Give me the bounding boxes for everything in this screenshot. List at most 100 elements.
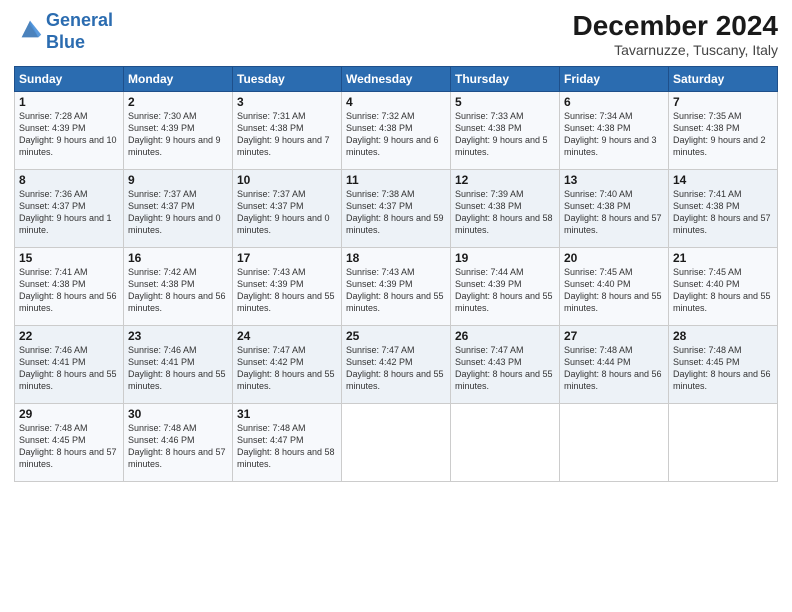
header: General Blue December 2024 Tavarnuzze, T… <box>14 10 778 58</box>
calendar-cell: 19Sunrise: 7:44 AMSunset: 4:39 PMDayligh… <box>451 248 560 326</box>
col-sunday: Sunday <box>15 67 124 92</box>
calendar-cell: 4Sunrise: 7:32 AMSunset: 4:38 PMDaylight… <box>342 92 451 170</box>
cell-info: Sunrise: 7:38 AMSunset: 4:37 PMDaylight:… <box>346 188 446 237</box>
calendar-cell: 6Sunrise: 7:34 AMSunset: 4:38 PMDaylight… <box>560 92 669 170</box>
cell-info: Sunrise: 7:35 AMSunset: 4:38 PMDaylight:… <box>673 110 773 159</box>
calendar-cell: 25Sunrise: 7:47 AMSunset: 4:42 PMDayligh… <box>342 326 451 404</box>
col-thursday: Thursday <box>451 67 560 92</box>
cell-info: Sunrise: 7:47 AMSunset: 4:42 PMDaylight:… <box>237 344 337 393</box>
logo: General Blue <box>14 10 113 53</box>
cell-info: Sunrise: 7:37 AMSunset: 4:37 PMDaylight:… <box>128 188 228 237</box>
day-number: 31 <box>237 407 337 421</box>
day-number: 23 <box>128 329 228 343</box>
calendar-cell: 21Sunrise: 7:45 AMSunset: 4:40 PMDayligh… <box>669 248 778 326</box>
calendar-cell <box>669 404 778 482</box>
calendar-cell: 24Sunrise: 7:47 AMSunset: 4:42 PMDayligh… <box>233 326 342 404</box>
page-container: General Blue December 2024 Tavarnuzze, T… <box>0 0 792 612</box>
calendar-cell: 11Sunrise: 7:38 AMSunset: 4:37 PMDayligh… <box>342 170 451 248</box>
calendar-cell: 22Sunrise: 7:46 AMSunset: 4:41 PMDayligh… <box>15 326 124 404</box>
calendar-cell: 16Sunrise: 7:42 AMSunset: 4:38 PMDayligh… <box>124 248 233 326</box>
col-tuesday: Tuesday <box>233 67 342 92</box>
col-friday: Friday <box>560 67 669 92</box>
day-number: 25 <box>346 329 446 343</box>
cell-info: Sunrise: 7:44 AMSunset: 4:39 PMDaylight:… <box>455 266 555 315</box>
title-block: December 2024 Tavarnuzze, Tuscany, Italy <box>573 10 778 58</box>
logo-icon <box>16 15 44 43</box>
cell-info: Sunrise: 7:46 AMSunset: 4:41 PMDaylight:… <box>128 344 228 393</box>
calendar-week-row: 29Sunrise: 7:48 AMSunset: 4:45 PMDayligh… <box>15 404 778 482</box>
cell-info: Sunrise: 7:48 AMSunset: 4:45 PMDaylight:… <box>673 344 773 393</box>
calendar-cell: 27Sunrise: 7:48 AMSunset: 4:44 PMDayligh… <box>560 326 669 404</box>
calendar-cell: 29Sunrise: 7:48 AMSunset: 4:45 PMDayligh… <box>15 404 124 482</box>
calendar-cell: 18Sunrise: 7:43 AMSunset: 4:39 PMDayligh… <box>342 248 451 326</box>
cell-info: Sunrise: 7:48 AMSunset: 4:44 PMDaylight:… <box>564 344 664 393</box>
day-number: 26 <box>455 329 555 343</box>
cell-info: Sunrise: 7:28 AMSunset: 4:39 PMDaylight:… <box>19 110 119 159</box>
calendar-cell <box>560 404 669 482</box>
col-saturday: Saturday <box>669 67 778 92</box>
calendar-cell: 23Sunrise: 7:46 AMSunset: 4:41 PMDayligh… <box>124 326 233 404</box>
cell-info: Sunrise: 7:41 AMSunset: 4:38 PMDaylight:… <box>673 188 773 237</box>
calendar-cell <box>342 404 451 482</box>
day-number: 6 <box>564 95 664 109</box>
location-title: Tavarnuzze, Tuscany, Italy <box>573 42 778 58</box>
cell-info: Sunrise: 7:33 AMSunset: 4:38 PMDaylight:… <box>455 110 555 159</box>
calendar-cell: 17Sunrise: 7:43 AMSunset: 4:39 PMDayligh… <box>233 248 342 326</box>
calendar-cell: 15Sunrise: 7:41 AMSunset: 4:38 PMDayligh… <box>15 248 124 326</box>
day-number: 7 <box>673 95 773 109</box>
calendar-cell: 28Sunrise: 7:48 AMSunset: 4:45 PMDayligh… <box>669 326 778 404</box>
day-number: 17 <box>237 251 337 265</box>
day-number: 19 <box>455 251 555 265</box>
day-number: 11 <box>346 173 446 187</box>
cell-info: Sunrise: 7:45 AMSunset: 4:40 PMDaylight:… <box>564 266 664 315</box>
day-number: 28 <box>673 329 773 343</box>
day-number: 13 <box>564 173 664 187</box>
calendar-cell: 9Sunrise: 7:37 AMSunset: 4:37 PMDaylight… <box>124 170 233 248</box>
day-number: 12 <box>455 173 555 187</box>
calendar-week-row: 8Sunrise: 7:36 AMSunset: 4:37 PMDaylight… <box>15 170 778 248</box>
day-number: 18 <box>346 251 446 265</box>
cell-info: Sunrise: 7:39 AMSunset: 4:38 PMDaylight:… <box>455 188 555 237</box>
cell-info: Sunrise: 7:30 AMSunset: 4:39 PMDaylight:… <box>128 110 228 159</box>
month-title: December 2024 <box>573 10 778 42</box>
cell-info: Sunrise: 7:42 AMSunset: 4:38 PMDaylight:… <box>128 266 228 315</box>
calendar-week-row: 22Sunrise: 7:46 AMSunset: 4:41 PMDayligh… <box>15 326 778 404</box>
calendar-cell: 3Sunrise: 7:31 AMSunset: 4:38 PMDaylight… <box>233 92 342 170</box>
day-number: 9 <box>128 173 228 187</box>
day-number: 1 <box>19 95 119 109</box>
cell-info: Sunrise: 7:46 AMSunset: 4:41 PMDaylight:… <box>19 344 119 393</box>
calendar-cell: 14Sunrise: 7:41 AMSunset: 4:38 PMDayligh… <box>669 170 778 248</box>
cell-info: Sunrise: 7:40 AMSunset: 4:38 PMDaylight:… <box>564 188 664 237</box>
cell-info: Sunrise: 7:36 AMSunset: 4:37 PMDaylight:… <box>19 188 119 237</box>
day-number: 5 <box>455 95 555 109</box>
day-number: 8 <box>19 173 119 187</box>
day-number: 24 <box>237 329 337 343</box>
col-monday: Monday <box>124 67 233 92</box>
day-number: 3 <box>237 95 337 109</box>
cell-info: Sunrise: 7:32 AMSunset: 4:38 PMDaylight:… <box>346 110 446 159</box>
cell-info: Sunrise: 7:47 AMSunset: 4:42 PMDaylight:… <box>346 344 446 393</box>
calendar-cell: 8Sunrise: 7:36 AMSunset: 4:37 PMDaylight… <box>15 170 124 248</box>
cell-info: Sunrise: 7:45 AMSunset: 4:40 PMDaylight:… <box>673 266 773 315</box>
day-number: 15 <box>19 251 119 265</box>
cell-info: Sunrise: 7:34 AMSunset: 4:38 PMDaylight:… <box>564 110 664 159</box>
calendar-cell: 30Sunrise: 7:48 AMSunset: 4:46 PMDayligh… <box>124 404 233 482</box>
calendar-cell: 12Sunrise: 7:39 AMSunset: 4:38 PMDayligh… <box>451 170 560 248</box>
cell-info: Sunrise: 7:48 AMSunset: 4:47 PMDaylight:… <box>237 422 337 471</box>
day-number: 16 <box>128 251 228 265</box>
day-number: 10 <box>237 173 337 187</box>
calendar-table: Sunday Monday Tuesday Wednesday Thursday… <box>14 66 778 482</box>
calendar-cell: 13Sunrise: 7:40 AMSunset: 4:38 PMDayligh… <box>560 170 669 248</box>
calendar-cell: 26Sunrise: 7:47 AMSunset: 4:43 PMDayligh… <box>451 326 560 404</box>
cell-info: Sunrise: 7:48 AMSunset: 4:46 PMDaylight:… <box>128 422 228 471</box>
calendar-week-row: 1Sunrise: 7:28 AMSunset: 4:39 PMDaylight… <box>15 92 778 170</box>
cell-info: Sunrise: 7:47 AMSunset: 4:43 PMDaylight:… <box>455 344 555 393</box>
day-number: 4 <box>346 95 446 109</box>
day-number: 22 <box>19 329 119 343</box>
day-number: 29 <box>19 407 119 421</box>
calendar-header-row: Sunday Monday Tuesday Wednesday Thursday… <box>15 67 778 92</box>
calendar-cell <box>451 404 560 482</box>
calendar-cell: 10Sunrise: 7:37 AMSunset: 4:37 PMDayligh… <box>233 170 342 248</box>
day-number: 27 <box>564 329 664 343</box>
cell-info: Sunrise: 7:41 AMSunset: 4:38 PMDaylight:… <box>19 266 119 315</box>
